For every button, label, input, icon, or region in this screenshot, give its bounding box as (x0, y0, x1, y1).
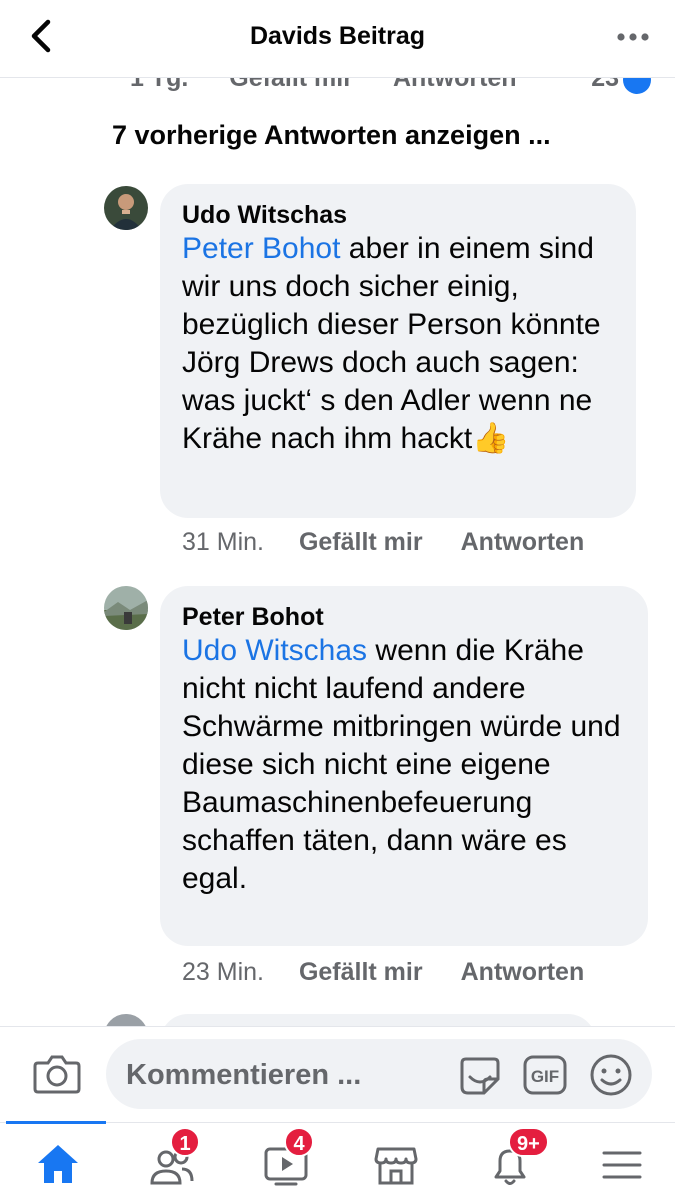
comment-time: 23 Min. (182, 958, 264, 986)
nav-home[interactable] (26, 1133, 86, 1193)
sticker-icon (460, 1057, 500, 1095)
comment-body: aber in einem sind wir uns doch sicher e… (182, 232, 601, 455)
comment-input[interactable]: Kommentieren ... GIF (106, 1039, 652, 1109)
friends-badge: 1 (170, 1127, 200, 1157)
nav-watch[interactable]: 4 (254, 1127, 314, 1193)
comment-bubble: Udo Witschas Peter Bohot aber in einem s… (160, 184, 636, 518)
marketplace-icon (374, 1147, 418, 1185)
nav-menu[interactable] (590, 1133, 650, 1193)
active-tab-indicator (6, 1121, 106, 1124)
camera-icon (33, 1055, 81, 1094)
previous-comment-actions: 1 Tg. Gefällt mir Antworten (130, 78, 551, 93)
avatar-udo-witschas[interactable] (104, 186, 148, 230)
comment-text: Udo Witschas wenn die Krähe nicht nicht … (182, 632, 626, 898)
comment-composer: Kommentieren ... GIF (0, 1026, 675, 1122)
top-bar: Davids Beitrag (0, 0, 675, 78)
nav-friends[interactable]: 1 (140, 1127, 200, 1193)
camera-button[interactable] (32, 1051, 82, 1095)
comment-text: Peter Bohot aber in einem sind wir uns d… (182, 230, 614, 458)
avatar-peter-bohot[interactable] (104, 586, 148, 630)
more-options-button[interactable] (613, 22, 653, 52)
like-link[interactable]: Gefällt mir (299, 958, 423, 986)
smiley-icon (590, 1054, 632, 1096)
gif-label: GIF (531, 1067, 559, 1086)
sticker-button[interactable] (458, 1053, 502, 1097)
previous-like-link[interactable]: Gefällt mir (229, 78, 353, 92)
avatar-next-comment[interactable] (104, 1014, 148, 1026)
like-reaction-icon (623, 78, 651, 94)
show-previous-replies-link[interactable]: 7 vorherige Antworten anzeigen ... (112, 120, 551, 151)
comment-time: 31 Min. (182, 528, 264, 556)
mention-link[interactable]: Udo Witschas (182, 634, 367, 667)
bottom-navigation: 1 4 9+ (0, 1121, 675, 1200)
watch-badge: 4 (284, 1127, 314, 1157)
comment-bubble-partial (160, 1014, 596, 1026)
page-title: Davids Beitrag (249, 22, 426, 50)
home-icon (38, 1145, 78, 1183)
hamburger-menu-icon (602, 1151, 642, 1179)
reply-link[interactable]: Antworten (461, 528, 585, 556)
comment-thread: 1 Tg. Gefällt mir Antworten 23 7 vorheri… (0, 78, 675, 1026)
nav-marketplace[interactable] (364, 1133, 424, 1193)
comment-body: wenn die Krähe nicht nicht laufend ander… (182, 634, 621, 895)
comment-author[interactable]: Peter Bohot (182, 602, 626, 632)
emoji-button[interactable] (588, 1052, 634, 1098)
comment-bubble: Peter Bohot Udo Witschas wenn die Krähe … (160, 586, 648, 946)
reply-link[interactable]: Antworten (461, 958, 585, 986)
comment-placeholder: Kommentieren ... (126, 1059, 362, 1091)
comment-author[interactable]: Udo Witschas (182, 200, 614, 230)
notifications-badge: 9+ (508, 1127, 549, 1157)
nav-notifications[interactable]: 9+ (478, 1127, 549, 1193)
gif-button[interactable]: GIF (522, 1053, 568, 1097)
gif-icon: GIF (523, 1055, 567, 1095)
previous-reply-link[interactable]: Antworten (393, 78, 517, 92)
mention-link[interactable]: Peter Bohot (182, 232, 340, 265)
previous-reaction-count: 23 (591, 78, 619, 92)
thumbs-up-emoji: 👍 (472, 422, 510, 455)
previous-comment-time: 1 Tg. (130, 78, 189, 92)
comment-actions: 31 Min. Gefällt mir Antworten (182, 528, 584, 557)
comment-actions: 23 Min. Gefällt mir Antworten (182, 958, 584, 987)
like-link[interactable]: Gefällt mir (299, 528, 423, 556)
more-dots-icon (617, 33, 649, 41)
